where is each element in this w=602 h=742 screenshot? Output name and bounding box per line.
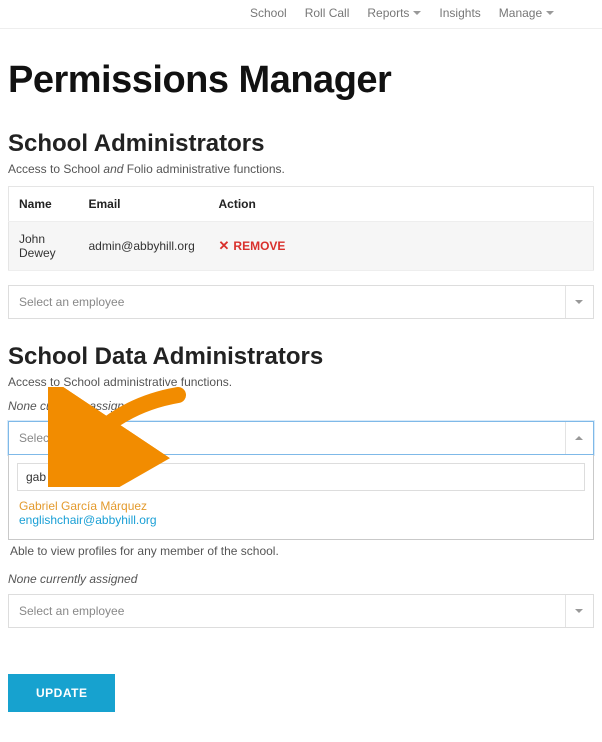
select-placeholder: Select an employee [19, 295, 124, 309]
chevron-down-icon [413, 11, 421, 15]
result-email: englishchair@abbyhill.org [19, 513, 583, 527]
nav-school[interactable]: School [250, 6, 287, 20]
nav-rollcall[interactable]: Roll Call [305, 6, 350, 20]
select-arrow [565, 595, 583, 627]
col-action: Action [209, 187, 594, 222]
table-row: John Dewey admin@abbyhill.org ✕ REMOVE [9, 222, 594, 271]
top-nav: School Roll Call Reports Insights Manage [0, 0, 602, 29]
cell-email: admin@abbyhill.org [79, 222, 209, 271]
remove-label: REMOVE [233, 239, 285, 253]
chevron-down-icon [575, 609, 583, 613]
select-arrow [565, 286, 583, 318]
x-icon: ✕ [219, 238, 230, 254]
update-button[interactable]: UPDATE [8, 674, 115, 712]
nav-manage-label: Manage [499, 6, 542, 20]
search-result[interactable]: Gabriel García Márquez englishchair@abby… [17, 491, 585, 531]
nav-reports[interactable]: Reports [367, 6, 421, 20]
result-name: Gabriel García Márquez [19, 499, 583, 513]
page-content: Permissions Manager School Administrator… [0, 29, 602, 742]
data-admins-heading: School Data Administrators [8, 343, 594, 371]
admins-table: Name Email Action John Dewey admin@abbyh… [8, 186, 594, 271]
select-placeholder: Select an employee [19, 431, 124, 445]
chevron-down-icon [575, 300, 583, 304]
select-placeholder: Select an employee [19, 604, 124, 618]
col-name: Name [9, 187, 79, 222]
nav-manage[interactable]: Manage [499, 6, 554, 20]
section3-assigned: None currently assigned [8, 572, 594, 586]
school-admins-desc: Access to School and Folio administrativ… [8, 162, 594, 176]
school-admins-heading: School Administrators [8, 130, 594, 158]
desc-em: and [103, 162, 123, 176]
nav-insights[interactable]: Insights [439, 6, 480, 20]
data-admins-employee-select[interactable]: Select an employee [8, 421, 594, 455]
admins-employee-select[interactable]: Select an employee [8, 285, 594, 319]
chevron-up-icon [575, 436, 583, 440]
data-admins-desc: Access to School administrative function… [8, 375, 594, 389]
remove-button[interactable]: ✕ REMOVE [219, 238, 286, 254]
cell-name: John Dewey [9, 222, 79, 271]
profiles-note: Able to view profiles for any member of … [8, 540, 594, 566]
desc-pre: Access to School [8, 162, 103, 176]
select-arrow [565, 422, 583, 454]
chevron-down-icon [546, 11, 554, 15]
page-title: Permissions Manager [8, 59, 594, 102]
col-email: Email [79, 187, 209, 222]
dropdown-panel: Gabriel García Márquez englishchair@abby… [8, 455, 594, 540]
desc-post: Folio administrative functions. [123, 162, 284, 176]
section3-employee-select[interactable]: Select an employee [8, 594, 594, 628]
data-admins-assigned: None currently assigned [8, 399, 594, 413]
employee-search-input[interactable] [17, 463, 585, 491]
nav-reports-label: Reports [367, 6, 409, 20]
